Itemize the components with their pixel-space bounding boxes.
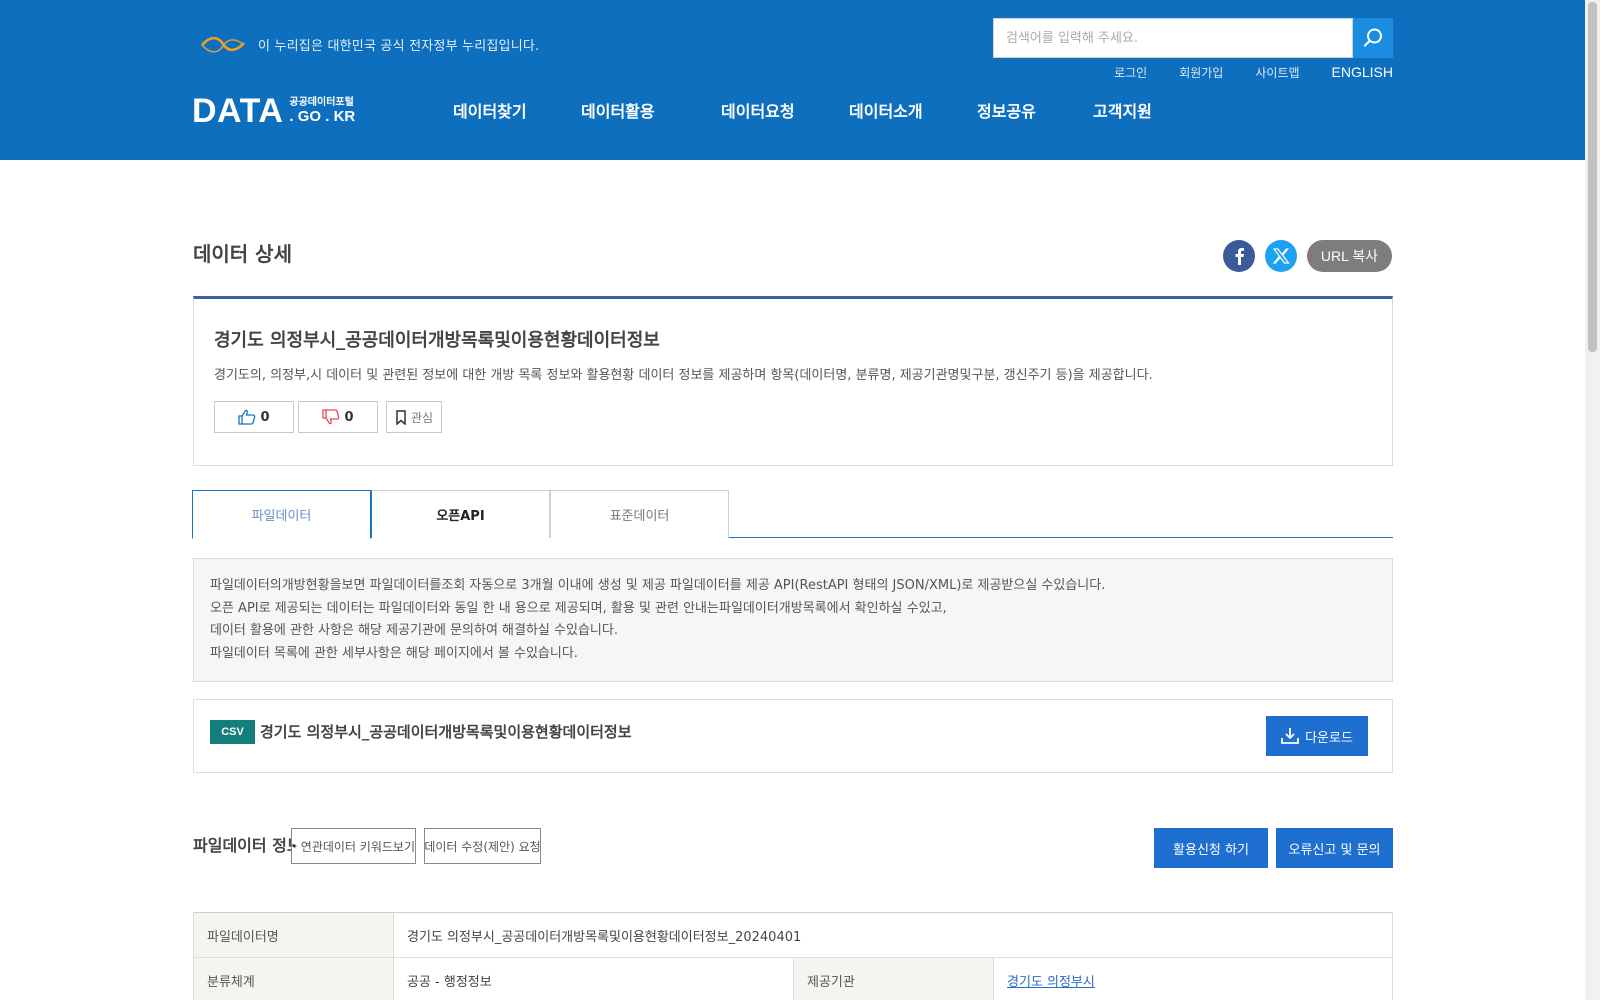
taegeuk-flag-icon [201, 36, 245, 53]
nav-item-find-data[interactable]: 데이터찾기 [453, 98, 581, 122]
table-header-cell: 제공기관 [794, 958, 994, 1000]
table-header-cell: 파일데이터명 [194, 913, 394, 957]
english-link[interactable]: ENGLISH [1332, 64, 1393, 81]
download-label: 다운로드 [1305, 730, 1353, 746]
download-button[interactable]: 다운로드 [1266, 716, 1368, 756]
dataset-title: 경기도 의정부시_공공데이터개방목록및이용현황데이터정보 [214, 330, 660, 351]
tab-standard-data[interactable]: 표준데이터 [550, 490, 729, 538]
info-notice-box: 파일데이터의개방현황을보면 파일데이터를조회 자동으로 3개월 이내에 생성 및… [193, 558, 1393, 682]
info-line: 오픈 API로 제공되는 데이터는 파일데이터와 동일 한 내 용으로 제공되며… [210, 600, 947, 616]
table-row: 파일데이터명 경기도 의정부시_공공데이터개방목록및이용현황데이터정보_2024… [193, 913, 1393, 958]
utility-links: 로그인 회원가입 사이트맵 ENGLISH [1100, 64, 1393, 81]
thumbs-up-icon [238, 409, 256, 425]
table-cell: 경기도 의정부시_공공데이터개방목록및이용현황데이터정보_20240401 [407, 929, 802, 945]
tab-open-api[interactable]: 오픈API [371, 490, 550, 538]
scrollbar-thumb[interactable] [1588, 2, 1597, 352]
provider-link[interactable]: 경기도 의정부시 [994, 958, 1392, 1000]
dataset-description: 경기도의, 의정부,시 데이터 및 관련된 정보에 대한 개방 목록 정보와 활… [214, 368, 1153, 383]
related-keywords-label: 연관데이터 키워드보기 [300, 839, 415, 854]
nav-item-support[interactable]: 고객지원 [1093, 98, 1152, 122]
like-count: 0 [260, 409, 270, 425]
sitemap-link[interactable]: 사이트맵 [1255, 64, 1299, 81]
facebook-share-button[interactable] [1223, 240, 1255, 272]
thumbs-down-icon [322, 409, 340, 425]
table-header-cell: 분류체계 [194, 958, 394, 1000]
logo-domain-text: . GO . KR [289, 107, 356, 125]
csv-badge: CSV [210, 720, 255, 744]
page-title: 데이터 상세 [193, 242, 292, 266]
edit-request-button[interactable]: 데이터 수정(제안) 요청 [424, 828, 541, 864]
login-link[interactable]: 로그인 [1114, 64, 1147, 81]
file-name: 경기도 의정부시_공공데이터개방목록및이용현황데이터정보 [260, 723, 632, 741]
url-copy-button[interactable]: URL 복사 [1307, 240, 1392, 272]
data-type-tabs: 파일데이터 오픈API 표준데이터 [192, 490, 1393, 539]
tags-icon [292, 844, 297, 848]
notice-text: 이 누리집은 대한민국 공식 전자정부 누리집입니다. [258, 38, 540, 54]
search-button[interactable] [1353, 18, 1393, 58]
site-logo[interactable]: DATA 공공데이터포털 . GO . KR [192, 92, 355, 131]
dataset-summary-card: 경기도 의정부시_공공데이터개방목록및이용현황데이터정보 경기도의, 의정부,시… [193, 296, 1393, 466]
page-scrollbar[interactable] [1585, 0, 1600, 1000]
government-notice: 이 누리집은 대한민국 공식 전자정부 누리집입니다. [200, 32, 539, 56]
info-line: 파일데이터의개방현황을보면 파일데이터를조회 자동으로 3개월 이내에 생성 및… [210, 578, 1106, 593]
bookmark-icon [396, 409, 406, 425]
search-icon [1363, 28, 1382, 47]
vote-buttons: 0 0 관심 [214, 401, 442, 433]
share-bar: URL 복사 [1223, 240, 1392, 272]
nav-item-info-share[interactable]: 정보공유 [977, 98, 1093, 122]
nav-item-request-data[interactable]: 데이터요청 [721, 98, 849, 122]
signup-link[interactable]: 회원가입 [1179, 64, 1223, 81]
nav-item-use-data[interactable]: 데이터활용 [581, 98, 721, 122]
related-keywords-button[interactable]: 연관데이터 키워드보기 [291, 828, 416, 864]
site-search [993, 18, 1393, 58]
detail-header: 파일데이터 정보 연관데이터 키워드보기 데이터 수정(제안) 요청 활용신청 … [193, 828, 1393, 868]
x-share-button[interactable] [1265, 240, 1297, 272]
file-row: CSV 경기도 의정부시_공공데이터개방목록및이용현황데이터정보 다운로드 [193, 699, 1393, 773]
report-error-button[interactable]: 오류신고 및 문의 [1276, 828, 1393, 868]
site-header: 이 누리집은 대한민국 공식 전자정부 누리집입니다. 로그인 회원가입 사이트… [0, 0, 1585, 160]
table-cell: 공공 - 행정정보 [394, 958, 794, 1000]
bookmark-button[interactable]: 관심 [386, 401, 442, 433]
dislike-button[interactable]: 0 [298, 401, 378, 433]
nav-item-about-data[interactable]: 데이터소개 [849, 98, 977, 122]
x-logo-icon [1272, 248, 1290, 264]
facebook-icon [1235, 248, 1244, 265]
search-input[interactable] [993, 18, 1353, 58]
like-button[interactable]: 0 [214, 401, 294, 433]
main-navigation: 데이터찾기 데이터활용 데이터요청 데이터소개 정보공유 고객지원 [453, 98, 1152, 122]
bookmark-label: 관심 [410, 410, 434, 425]
logo-main-text: DATA [192, 92, 284, 130]
info-line: 파일데이터 목록에 관한 세부사항은 해당 페이지에서 볼 수있습니다. [210, 645, 578, 661]
info-line: 데이터 활용에 관한 사항은 해당 제공기관에 문의하여 해결하실 수있습니다. [210, 623, 618, 638]
download-icon [1281, 728, 1299, 744]
apply-use-button[interactable]: 활용신청 하기 [1154, 828, 1268, 868]
tab-file-data[interactable]: 파일데이터 [192, 490, 371, 539]
detail-table: 파일데이터명 경기도 의정부시_공공데이터개방목록및이용현황데이터정보_2024… [193, 912, 1393, 1000]
dislike-count: 0 [344, 409, 354, 425]
table-row: 분류체계 공공 - 행정정보 제공기관 경기도 의정부시 [193, 958, 1393, 1000]
logo-sub: 공공데이터포털 . GO . KR [289, 98, 355, 124]
detail-section-label: 파일데이터 정보 [193, 836, 302, 855]
